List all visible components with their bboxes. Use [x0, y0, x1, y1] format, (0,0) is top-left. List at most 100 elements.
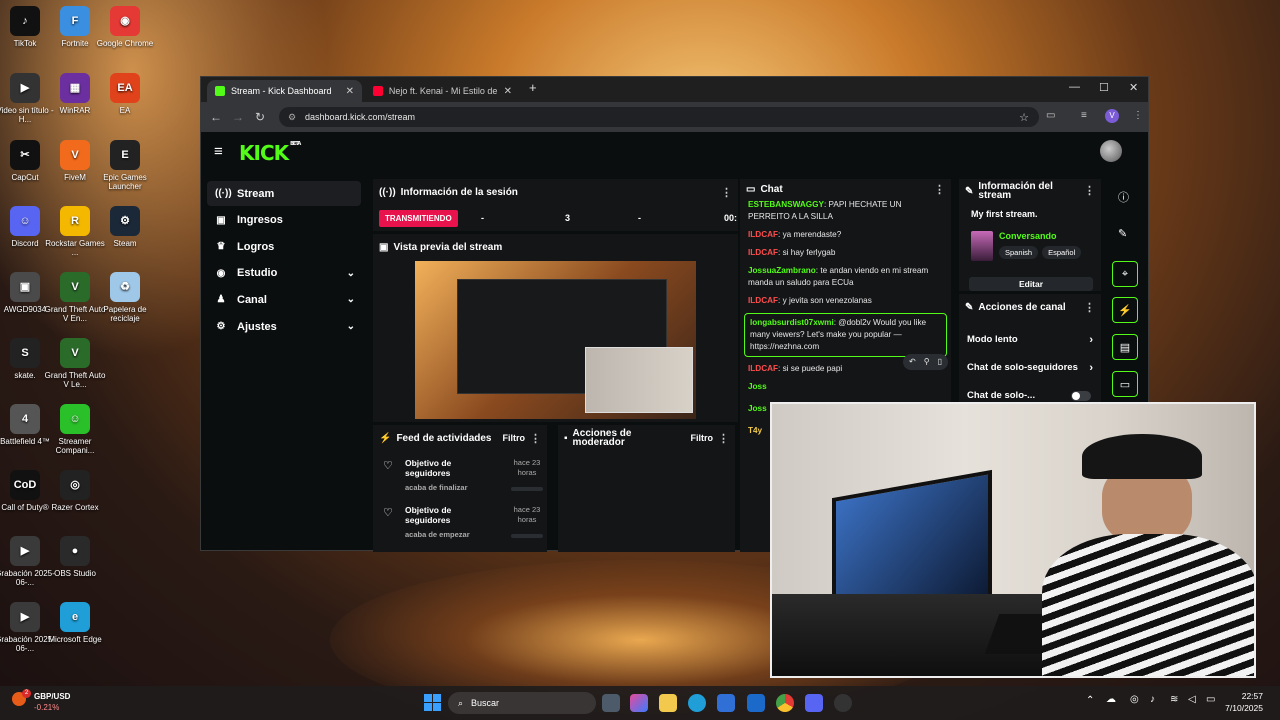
clock-date[interactable]: 7/10/2025 — [1219, 703, 1263, 713]
toggle-switch[interactable] — [1071, 391, 1091, 401]
windows-start-icon[interactable] — [424, 694, 441, 711]
edit-button[interactable]: Editar — [969, 277, 1093, 291]
kebab-menu-icon[interactable]: ⋮ — [1133, 110, 1143, 121]
desktop-icon[interactable]: V Grand Theft Auto V Le... — [43, 338, 107, 389]
tag-chip[interactable]: Español — [1042, 246, 1082, 259]
chat-username[interactable]: ESTEBANSWAGGY — [748, 200, 824, 209]
desktop-icon[interactable]: ◉ Google Chrome — [93, 6, 157, 48]
desktop-icon[interactable]: e Microsoft Edge — [43, 602, 107, 644]
cloud-icon[interactable]: ☁ — [1106, 694, 1116, 705]
focus-icon[interactable]: ⌖ — [1112, 261, 1138, 287]
chat-username[interactable]: Joss — [748, 404, 767, 413]
volume-icon[interactable]: ◁ — [1188, 694, 1196, 705]
activity-item-sub: acaba de empezar — [405, 530, 470, 539]
desktop-icon[interactable]: ◎ Razer Cortex — [43, 470, 107, 512]
channel-action-item[interactable]: Modo lento › — [959, 326, 1101, 354]
chat-username[interactable]: ILDCAF — [748, 296, 778, 305]
back-arrow-icon[interactable]: ← — [205, 110, 227, 124]
site-info-icon[interactable]: ⚙ — [288, 112, 296, 123]
tab-kick-dashboard[interactable]: Stream - Kick Dashboard ✕ — [207, 80, 362, 102]
pin-icon[interactable]: ⚲ — [924, 356, 930, 368]
category-thumbnail[interactable] — [971, 231, 993, 261]
sidebar-item-ajustes[interactable]: ⚙ Ajustes ⌄ — [207, 314, 361, 339]
reading-list-icon[interactable]: ≡ — [1081, 110, 1087, 121]
document-icon[interactable]: ▤ — [1112, 334, 1138, 360]
chat-username[interactable]: ILDCAF — [748, 364, 778, 373]
sidebar-item-stream[interactable]: ((·)) Stream — [207, 181, 361, 206]
copilot-icon[interactable] — [630, 694, 648, 712]
sidebar-item-estudio[interactable]: ◉ Estudio ⌄ — [207, 261, 361, 286]
pencil-icon[interactable]: ✎ — [1118, 227, 1127, 240]
chat-username[interactable]: JossuaZambrano — [748, 266, 816, 275]
hamburger-menu-icon[interactable]: ≡ — [214, 143, 223, 160]
channel-action-item[interactable]: Chat de solo-seguidores › — [959, 354, 1101, 382]
sidebar-item-ingresos[interactable]: ▣ Ingresos — [207, 208, 361, 233]
obs-icon[interactable] — [834, 694, 852, 712]
moderator-filter-button[interactable]: Filtro — [691, 433, 714, 443]
new-tab-button[interactable]: + — [529, 80, 537, 95]
reload-icon[interactable]: ↻ — [249, 110, 271, 124]
edge-icon[interactable] — [688, 694, 706, 712]
stream-preview-video[interactable] — [415, 261, 696, 419]
sidebar-item-canal[interactable]: ♟ Canal ⌄ — [207, 287, 361, 312]
undo-icon[interactable]: ↶ — [909, 356, 916, 368]
desktop-icon[interactable]: ♻ Papelera de reciclaje — [93, 272, 157, 323]
wifi-icon[interactable]: ≋ — [1170, 694, 1178, 705]
ticker-symbol[interactable]: GBP/USD — [34, 692, 70, 701]
kebab-menu-icon[interactable]: ⋮ — [934, 183, 945, 196]
user-avatar[interactable] — [1100, 140, 1122, 162]
desktop-icon[interactable]: ● OBS Studio — [43, 536, 107, 578]
chat-username[interactable]: longabsurdist07xwmi — [750, 318, 834, 327]
profile-avatar[interactable]: V — [1105, 109, 1119, 123]
minimize-button[interactable]: — — [1069, 81, 1080, 93]
trophy-icon: ♛ — [216, 241, 226, 253]
kebab-menu-icon[interactable]: ⋮ — [721, 186, 732, 199]
close-window-button[interactable]: ✕ — [1129, 81, 1138, 94]
tab-youtube[interactable]: Nejo ft. Kenai - Mi Estilo de Vid ✕ — [365, 80, 520, 102]
activity-item-time: hace 23 horas — [513, 505, 541, 524]
kebab-menu-icon[interactable]: ⋮ — [530, 432, 541, 445]
sidebar-item-logros[interactable]: ♛ Logros — [207, 234, 361, 259]
close-tab-icon[interactable]: ✕ — [504, 86, 512, 97]
show-hidden-icons[interactable]: ⌃ — [1086, 695, 1094, 706]
clock-time[interactable]: 22:57 — [1225, 691, 1263, 701]
kebab-menu-icon[interactable]: ⋮ — [1084, 185, 1095, 196]
desktop-icon[interactable]: E Epic Games Launcher — [93, 140, 157, 191]
cast-icon[interactable]: ▭ — [1046, 110, 1055, 121]
kebab-menu-icon[interactable]: ⋮ — [718, 432, 729, 445]
tag-chip[interactable]: Spanish — [999, 246, 1039, 259]
chat-username[interactable]: ILDCAF — [748, 248, 778, 257]
chat-username[interactable]: T4y — [748, 426, 762, 435]
microphone-icon[interactable]: ♪ — [1150, 694, 1155, 705]
discord-icon[interactable] — [805, 694, 823, 712]
session-info-panel: ((·)) Información de la sesión ⋮ TRANSMI… — [373, 179, 738, 231]
kebab-menu-icon[interactable]: ⋮ — [1084, 301, 1095, 314]
store-icon[interactable] — [717, 694, 735, 712]
forward-arrow-icon[interactable]: → — [227, 110, 249, 124]
maximize-button[interactable]: ☐ — [1099, 81, 1109, 94]
bookmark-star-icon[interactable]: ☆ — [1019, 111, 1029, 124]
broadcast-icon: ((·)) — [379, 186, 396, 198]
chrome-icon[interactable] — [776, 694, 794, 712]
lightning-icon[interactable]: ⚡ — [1112, 297, 1138, 323]
desktop-icon[interactable]: EA EA — [93, 73, 157, 115]
chat-icon[interactable]: ▭ — [1112, 371, 1138, 397]
outlook-icon[interactable] — [747, 694, 765, 712]
taskbar-search[interactable]: ⌕ Buscar — [448, 692, 596, 714]
rockstar-icon: R — [60, 206, 90, 236]
task-view-icon[interactable] — [602, 694, 620, 712]
battery-icon[interactable]: ▭ — [1206, 694, 1215, 705]
desktop-icon[interactable]: ⚙ Steam — [93, 206, 157, 248]
close-tab-icon[interactable]: ✕ — [346, 86, 354, 97]
chat-username[interactable]: ILDCAF — [748, 230, 778, 239]
category-name[interactable]: Conversando — [999, 231, 1057, 241]
trash-icon[interactable]: ▯ — [938, 356, 942, 368]
app-tray-icon[interactable]: ◎ — [1130, 694, 1139, 705]
file-explorer-icon[interactable] — [659, 694, 677, 712]
info-icon[interactable]: ⓘ — [1118, 189, 1129, 205]
url-field[interactable]: ⚙ dashboard.kick.com/stream ☆ — [279, 107, 1039, 127]
desktop-icon[interactable]: ☺ Streamer Compani... — [43, 404, 107, 455]
chat-username[interactable]: Joss — [748, 382, 767, 391]
kick-logo[interactable]: KICK BETA — [239, 141, 301, 165]
activity-filter-button[interactable]: Filtro — [503, 433, 526, 443]
